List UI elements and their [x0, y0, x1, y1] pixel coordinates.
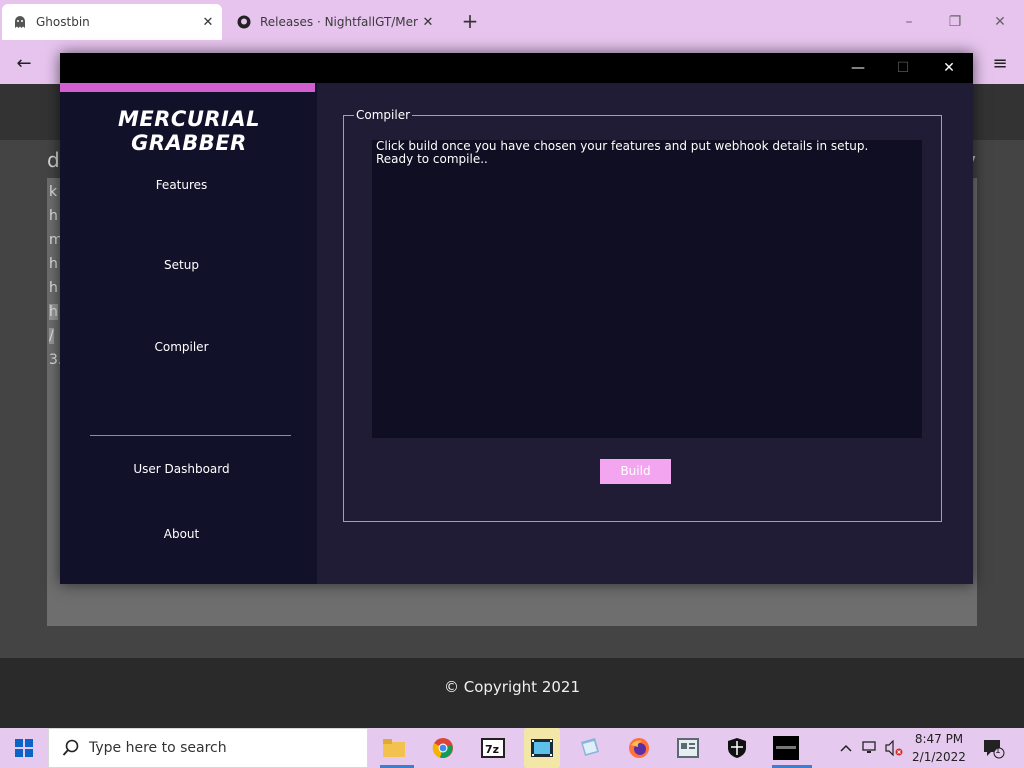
search-placeholder: Type here to search — [89, 740, 227, 756]
notification-count: 1 — [995, 746, 1001, 756]
volume-muted-icon[interactable] — [884, 734, 904, 762]
menu-icon[interactable]: ≡ — [988, 52, 1012, 76]
close-icon[interactable]: ✕ — [198, 15, 218, 30]
security-shield-icon[interactable] — [723, 734, 751, 762]
system-clock[interactable]: 8:47 PM 2/1/2022 — [910, 730, 968, 766]
app-logo: MERCURIAL GRABBER — [118, 107, 260, 155]
paste-line: h — [49, 256, 58, 272]
sidebar-item-about[interactable]: About — [60, 527, 303, 541]
sidebar-item-features[interactable]: Features — [60, 178, 303, 192]
close-icon[interactable]: ✕ — [988, 10, 1012, 34]
chevron-up-icon[interactable] — [838, 738, 854, 758]
tab-title: Releases · NightfallGT/Mercurial — [260, 15, 418, 29]
paste-line: h — [49, 280, 58, 296]
tab-title: Ghostbin — [36, 15, 90, 29]
maximize-icon: ☐ — [896, 60, 910, 76]
taskbar-search[interactable]: Type here to search — [48, 728, 368, 768]
maximize-icon[interactable]: ❐ — [943, 10, 967, 34]
search-icon — [61, 738, 81, 758]
compiler-panel: Compiler Click build once you have chose… — [317, 83, 973, 584]
mercurial-app-icon[interactable] — [772, 734, 800, 762]
tab-releases[interactable]: Releases · NightfallGT/Mercurial ✕ — [232, 4, 442, 40]
compiler-group: Compiler Click build once you have chose… — [343, 108, 942, 522]
paste-line: h — [49, 304, 58, 320]
app-titlebar: — ☐ ✕ — [60, 53, 973, 83]
console-line: Ready to compile.. — [376, 152, 488, 166]
sidebar-divider — [90, 435, 291, 436]
compiler-output[interactable]: Click build once you have chosen your fe… — [372, 140, 922, 438]
svg-text:7z: 7z — [485, 743, 499, 756]
minimize-icon[interactable]: – — [897, 10, 921, 34]
start-button[interactable] — [0, 728, 48, 768]
page-title: d — [47, 148, 60, 172]
file-explorer-icon[interactable] — [380, 734, 408, 762]
7zip-icon[interactable]: 7z — [479, 734, 507, 762]
browser-tabstrip: Ghostbin ✕ Releases · NightfallGT/Mercur… — [0, 0, 1024, 44]
back-arrow-icon[interactable]: ← — [12, 52, 36, 76]
mercurial-grabber-window: — ☐ ✕ MERCURIAL GRABBER Features Setup C… — [60, 53, 973, 584]
clock-time: 8:47 PM — [914, 732, 964, 746]
accent-bar — [60, 83, 315, 92]
firefox-icon[interactable] — [625, 734, 653, 762]
notepad-icon[interactable] — [576, 734, 604, 762]
new-tab-button[interactable]: + — [458, 10, 482, 34]
taskbar: Type here to search 7z 8:47 PM 2/1/2022 — [0, 728, 1024, 768]
copyright-text: © Copyright 2021 — [443, 678, 580, 696]
ghost-icon — [12, 14, 28, 30]
sidebar-item-compiler[interactable]: Compiler — [60, 340, 303, 354]
chrome-icon[interactable] — [429, 734, 457, 762]
build-button[interactable]: Build — [600, 459, 671, 484]
office-icon[interactable] — [674, 734, 702, 762]
minimize-icon[interactable]: — — [838, 56, 878, 80]
close-icon[interactable]: ✕ — [929, 56, 969, 80]
notification-icon[interactable]: 1 — [982, 738, 1006, 760]
sidebar-item-user-dashboard[interactable]: User Dashboard — [60, 462, 303, 476]
close-icon[interactable]: ✕ — [418, 15, 438, 30]
github-icon — [236, 14, 252, 30]
paste-line: h — [49, 208, 58, 224]
group-title: Compiler — [354, 108, 413, 122]
tab-ghostbin[interactable]: Ghostbin ✕ — [2, 4, 222, 40]
sidebar: MERCURIAL GRABBER Features Setup Compile… — [60, 83, 317, 584]
video-editor-icon[interactable] — [524, 728, 560, 768]
sidebar-item-setup[interactable]: Setup — [60, 258, 303, 272]
network-icon[interactable] — [860, 734, 880, 762]
paste-line: / — [49, 328, 54, 344]
windows-logo-icon — [15, 739, 33, 757]
clock-date: 2/1/2022 — [912, 750, 966, 764]
paste-line: k — [49, 184, 58, 200]
